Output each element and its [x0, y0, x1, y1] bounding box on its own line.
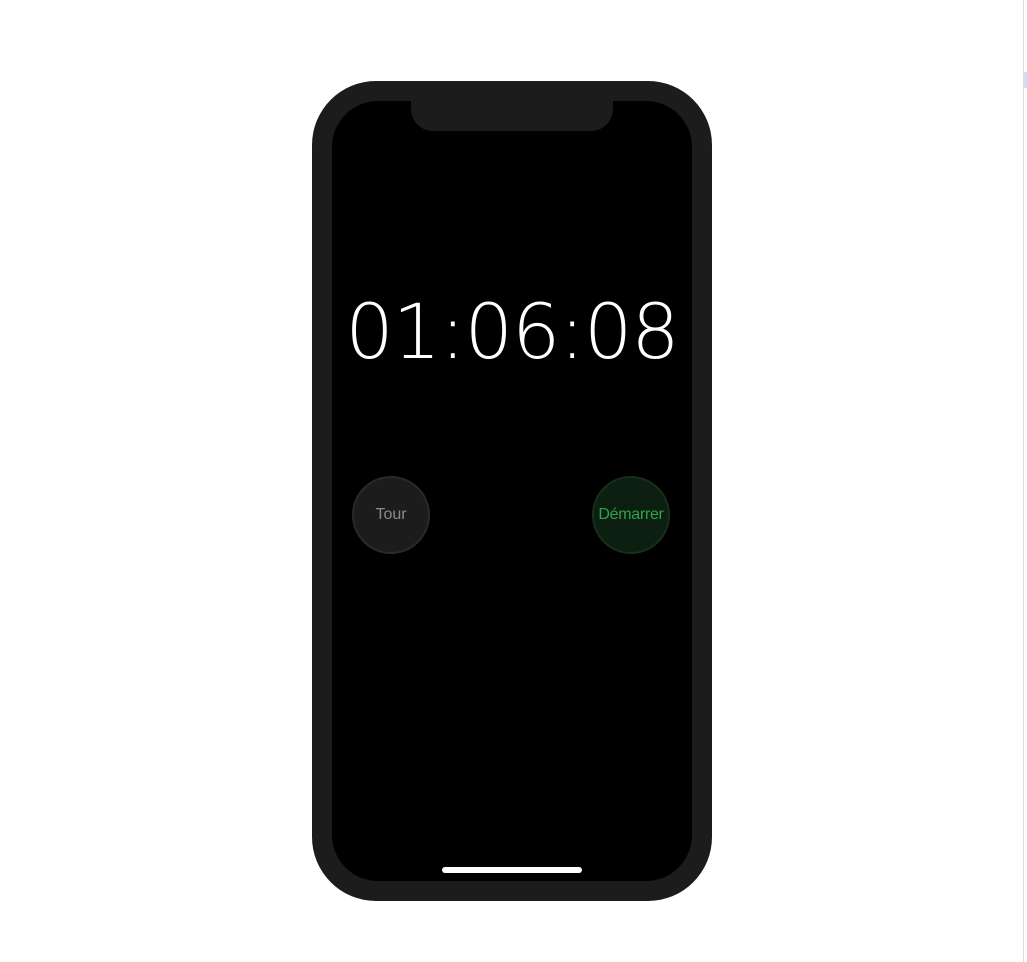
- start-button[interactable]: Démarrer: [592, 476, 670, 554]
- phone-frame: 01:06:08 Tour Démarrer: [312, 81, 712, 901]
- page: 01:06:08 Tour Démarrer: [0, 0, 1027, 962]
- lap-button-label: Tour: [375, 506, 407, 523]
- phone-screen: 01:06:08 Tour Démarrer: [332, 101, 692, 881]
- home-indicator[interactable]: [442, 867, 582, 873]
- lap-button[interactable]: Tour: [352, 476, 430, 554]
- window-edge: [1023, 0, 1024, 962]
- start-button-label: Démarrer: [598, 506, 664, 523]
- stopwatch-time-display: 01:06:08: [345, 287, 679, 376]
- phone-notch: [411, 101, 613, 131]
